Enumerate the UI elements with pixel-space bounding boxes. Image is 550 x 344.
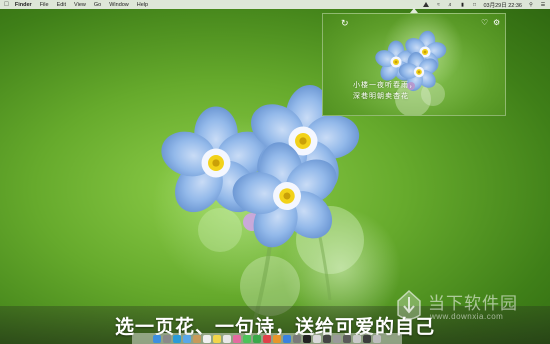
reminders-dock-icon[interactable] bbox=[223, 334, 231, 343]
photos-dock-icon[interactable] bbox=[233, 334, 241, 343]
facetime-dock-icon[interactable] bbox=[253, 334, 261, 343]
flower-popup-panel: ↻ ♡ ⚙ 小楼一夜听春雨， 深巷明朝卖杏花 bbox=[322, 13, 506, 116]
finder-dock-icon[interactable] bbox=[153, 334, 161, 343]
messages-dock-icon[interactable] bbox=[243, 334, 251, 343]
poem-line: 深巷明朝卖杏花 bbox=[353, 92, 409, 100]
app-dock-icon[interactable] bbox=[333, 334, 341, 343]
settings-icon[interactable]: ⚙ bbox=[493, 18, 503, 28]
site-watermark: 当下软件园 www.downxia.com bbox=[394, 287, 534, 327]
watermark-logo-icon bbox=[397, 289, 421, 320]
mail-dock-icon[interactable] bbox=[183, 334, 191, 343]
refresh-icon[interactable]: ↻ bbox=[341, 18, 351, 28]
watermark-url: www.downxia.com bbox=[430, 312, 504, 321]
books-dock-icon[interactable] bbox=[273, 334, 281, 343]
poem-text: 小楼一夜听春雨， 深巷明朝卖杏花 bbox=[353, 80, 417, 102]
settings-dock-icon[interactable] bbox=[293, 334, 301, 343]
app-dock-icon[interactable] bbox=[363, 334, 371, 343]
launchpad-dock-icon[interactable] bbox=[163, 334, 171, 343]
calendar-dock-icon[interactable] bbox=[203, 334, 211, 343]
contacts-dock-icon[interactable] bbox=[193, 334, 201, 343]
dock bbox=[132, 333, 402, 344]
app-dock-icon[interactable] bbox=[313, 334, 321, 343]
terminal-dock-icon[interactable] bbox=[303, 334, 311, 343]
app-dock-icon[interactable] bbox=[323, 334, 331, 343]
appstore-dock-icon[interactable] bbox=[283, 334, 291, 343]
app-dock-icon[interactable] bbox=[343, 334, 351, 343]
heart-icon[interactable]: ♡ bbox=[481, 18, 491, 28]
trash-dock-icon[interactable] bbox=[373, 334, 381, 343]
watermark-name: 当下软件园 bbox=[428, 294, 518, 314]
poem-line: 小楼一夜听春雨， bbox=[353, 81, 417, 89]
safari-dock-icon[interactable] bbox=[173, 334, 181, 343]
notes-dock-icon[interactable] bbox=[213, 334, 221, 343]
app-dock-icon[interactable] bbox=[353, 334, 361, 343]
music-dock-icon[interactable] bbox=[263, 334, 271, 343]
